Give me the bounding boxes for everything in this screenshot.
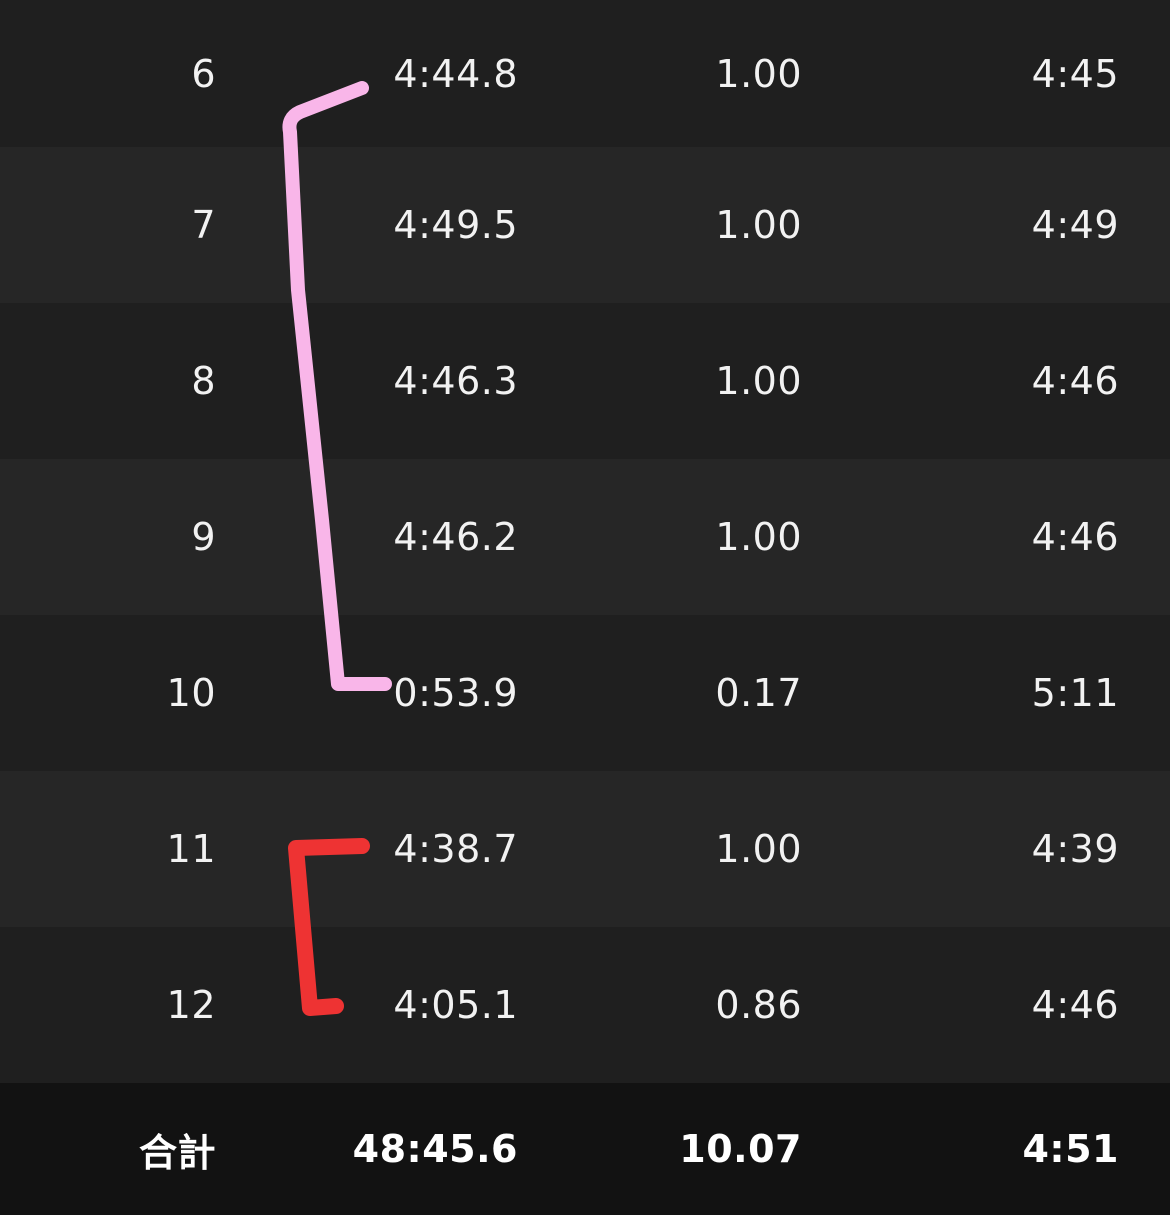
lap-distance: 1.00 xyxy=(715,827,802,871)
lap-number: 9 xyxy=(191,515,216,559)
split-row-8: 8 4:46.3 1.00 4:46 xyxy=(0,303,1170,459)
lap-time: 4:49.5 xyxy=(393,203,518,247)
total-distance: 10.07 xyxy=(679,1127,802,1171)
lap-distance: 1.00 xyxy=(715,359,802,403)
lap-pace: 4:49 xyxy=(1031,203,1119,247)
split-row-12: 12 4:05.1 0.86 4:46 xyxy=(0,927,1170,1083)
lap-distance: 1.00 xyxy=(715,203,802,247)
lap-pace: 4:45 xyxy=(1031,51,1119,96)
lap-number: 11 xyxy=(166,827,216,871)
lap-time: 4:44.8 xyxy=(393,51,518,96)
lap-time: 0:53.9 xyxy=(393,671,518,715)
lap-pace: 4:46 xyxy=(1031,983,1119,1027)
lap-number: 8 xyxy=(191,359,216,403)
lap-time: 4:46.3 xyxy=(393,359,518,403)
lap-time: 4:05.1 xyxy=(393,983,518,1027)
lap-number: 12 xyxy=(166,983,216,1027)
total-time: 48:45.6 xyxy=(352,1127,518,1171)
lap-distance: 1.00 xyxy=(715,515,802,559)
split-row-7: 7 4:49.5 1.00 4:49 xyxy=(0,147,1170,303)
lap-distance: 0.17 xyxy=(715,671,802,715)
lap-number: 7 xyxy=(191,203,216,247)
lap-number: 10 xyxy=(166,671,216,715)
lap-number: 6 xyxy=(191,51,216,96)
lap-distance: 0.86 xyxy=(715,983,802,1027)
lap-time: 4:38.7 xyxy=(393,827,518,871)
split-row-11: 11 4:38.7 1.00 4:39 xyxy=(0,771,1170,927)
lap-distance: 1.00 xyxy=(715,51,802,96)
splits-table: 6 4:44.8 1.00 4:45 7 4:49.5 1.00 4:49 8 … xyxy=(0,0,1170,1083)
split-row-9: 9 4:46.2 1.00 4:46 xyxy=(0,459,1170,615)
split-row-10: 10 0:53.9 0.17 5:11 xyxy=(0,615,1170,771)
lap-pace: 4:46 xyxy=(1031,515,1119,559)
total-label: 合計 xyxy=(138,1130,216,1175)
lap-pace: 4:39 xyxy=(1031,827,1119,871)
lap-pace: 5:11 xyxy=(1031,671,1119,715)
total-row: 合計 48:45.6 10.07 4:51 xyxy=(0,1083,1170,1215)
lap-time: 4:46.2 xyxy=(393,515,518,559)
split-row-6: 6 4:44.8 1.00 4:45 xyxy=(0,0,1170,147)
lap-pace: 4:46 xyxy=(1031,359,1119,403)
total-pace: 4:51 xyxy=(1022,1127,1119,1171)
